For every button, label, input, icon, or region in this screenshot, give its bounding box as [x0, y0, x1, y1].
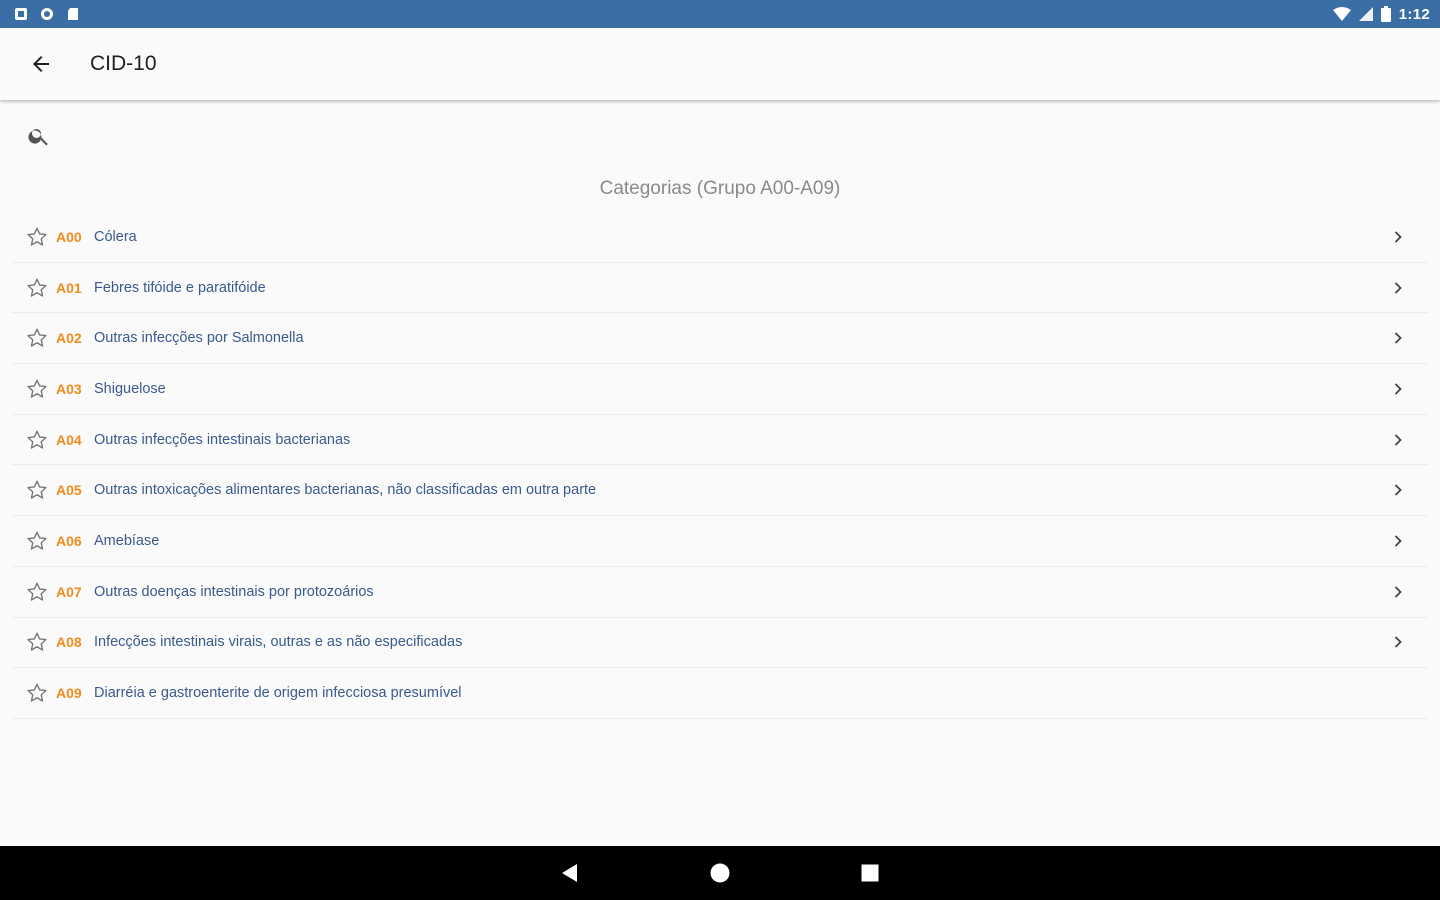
- star-outline-icon: [27, 632, 47, 652]
- battery-icon: [1380, 6, 1391, 22]
- item-code: A09: [56, 685, 82, 702]
- list-item[interactable]: A08 Infecções intestinais virais, outras …: [12, 618, 1428, 669]
- sd-card-icon: [68, 8, 78, 20]
- favorite-button[interactable]: [24, 528, 50, 554]
- favorite-button[interactable]: [24, 477, 50, 503]
- list-item[interactable]: A05 Outras intoxicações alimentares bacte…: [12, 465, 1428, 517]
- notification-icon: [15, 8, 27, 20]
- chevron-right-icon: [1386, 377, 1410, 401]
- status-time: 1:12: [1398, 5, 1430, 23]
- star-outline-icon: [27, 531, 47, 550]
- navigation-bar: [0, 846, 1440, 900]
- favorite-button[interactable]: [24, 224, 50, 250]
- search-icon: [28, 129, 48, 146]
- app-bar: CID-10: [0, 28, 1440, 100]
- item-label: Outras intoxicações alimentares bacteria…: [94, 482, 597, 499]
- star-outline-icon: [27, 379, 47, 398]
- search-button[interactable]: [26, 123, 52, 149]
- list-item[interactable]: A04 Outras infecções intestinais bacteria…: [12, 415, 1428, 466]
- star-outline-icon: [27, 480, 47, 499]
- star-outline-icon: [27, 278, 47, 297]
- status-right-icons: 1:12: [1332, 5, 1430, 23]
- chevron-right-icon: [1386, 529, 1410, 553]
- nav-recents-button[interactable]: [855, 858, 885, 888]
- item-code: A00: [56, 228, 82, 245]
- star-outline-icon: [27, 430, 47, 449]
- chevron-right-icon: [1386, 326, 1410, 350]
- category-list: A00 Cólera A01 Febres tifóide e paratifóide…: [12, 212, 1428, 719]
- chevron-right-icon: [1386, 580, 1410, 604]
- item-label: Outras doenças intestinais por protozoár…: [94, 583, 374, 600]
- sync-icon: [41, 8, 53, 20]
- item-label: Febres tifóide e paratifóide: [94, 279, 266, 296]
- status-left-icons: [14, 7, 80, 21]
- list-item[interactable]: A07 Outras doenças intestinais por protoz…: [12, 567, 1428, 618]
- item-code: A07: [56, 583, 82, 600]
- favorite-button[interactable]: [24, 579, 50, 605]
- item-code: A05: [56, 482, 82, 499]
- item-code: A03: [56, 380, 82, 397]
- favorite-button[interactable]: [24, 680, 50, 706]
- search-input[interactable]: [66, 116, 1440, 156]
- chevron-right-icon: [1386, 276, 1410, 300]
- item-label: Shiguelose: [94, 380, 166, 397]
- list-item[interactable]: A06 Amebíase: [12, 516, 1428, 567]
- nav-back-button[interactable]: [555, 858, 585, 888]
- recents-square-icon: [861, 864, 879, 882]
- signal-icon: [1358, 7, 1373, 21]
- item-label: Outras infecções por Salmonella: [94, 330, 304, 347]
- status-bar: 1:12: [0, 0, 1440, 28]
- item-code: A06: [56, 532, 82, 549]
- list-item[interactable]: A02 Outras infecções por Salmonella: [12, 313, 1428, 365]
- list-item[interactable]: A00 Cólera: [12, 212, 1428, 263]
- favorite-button[interactable]: [24, 325, 50, 351]
- page-title: CID-10: [90, 52, 157, 75]
- chevron-right-icon: [1386, 630, 1410, 654]
- item-label: Infecções intestinais virais, outras e a…: [94, 634, 463, 651]
- list-item[interactable]: A09 Diarréia e gastroenterite de origem i…: [12, 668, 1428, 719]
- star-outline-icon: [27, 683, 47, 702]
- favorite-button[interactable]: [24, 427, 50, 453]
- favorite-button[interactable]: [24, 376, 50, 402]
- favorite-button[interactable]: [24, 275, 50, 301]
- item-label: Outras infecções intestinais bacterianas: [94, 431, 351, 448]
- favorite-button[interactable]: [24, 629, 50, 655]
- list-item[interactable]: A01 Febres tifóide e paratifóide: [12, 263, 1428, 314]
- nav-home-button[interactable]: [705, 858, 735, 888]
- item-label: Cólera: [94, 228, 137, 245]
- wifi-icon: [1332, 7, 1351, 21]
- chevron-right-icon: [1386, 225, 1410, 249]
- item-code: A08: [56, 634, 82, 651]
- item-code: A04: [56, 431, 82, 448]
- back-triangle-icon: [562, 864, 577, 882]
- chevron-right-icon: [1386, 478, 1410, 502]
- arrow-left-icon: [33, 56, 49, 72]
- search-bar: [0, 100, 1440, 172]
- item-label: Amebíase: [94, 532, 160, 549]
- item-label: Diarréia e gastroenterite de origem infe…: [94, 685, 462, 702]
- home-circle-icon: [710, 863, 730, 883]
- section-title: Categorias (Grupo A00-A09): [599, 178, 841, 199]
- chevron-right-icon: [1386, 428, 1410, 452]
- item-code: A02: [56, 330, 82, 347]
- item-code: A01: [56, 279, 82, 296]
- list-item[interactable]: A03 Shiguelose: [12, 364, 1428, 415]
- back-button[interactable]: [0, 28, 82, 100]
- star-outline-icon: [27, 328, 47, 347]
- star-outline-icon: [27, 582, 47, 601]
- star-outline-icon: [27, 227, 47, 246]
